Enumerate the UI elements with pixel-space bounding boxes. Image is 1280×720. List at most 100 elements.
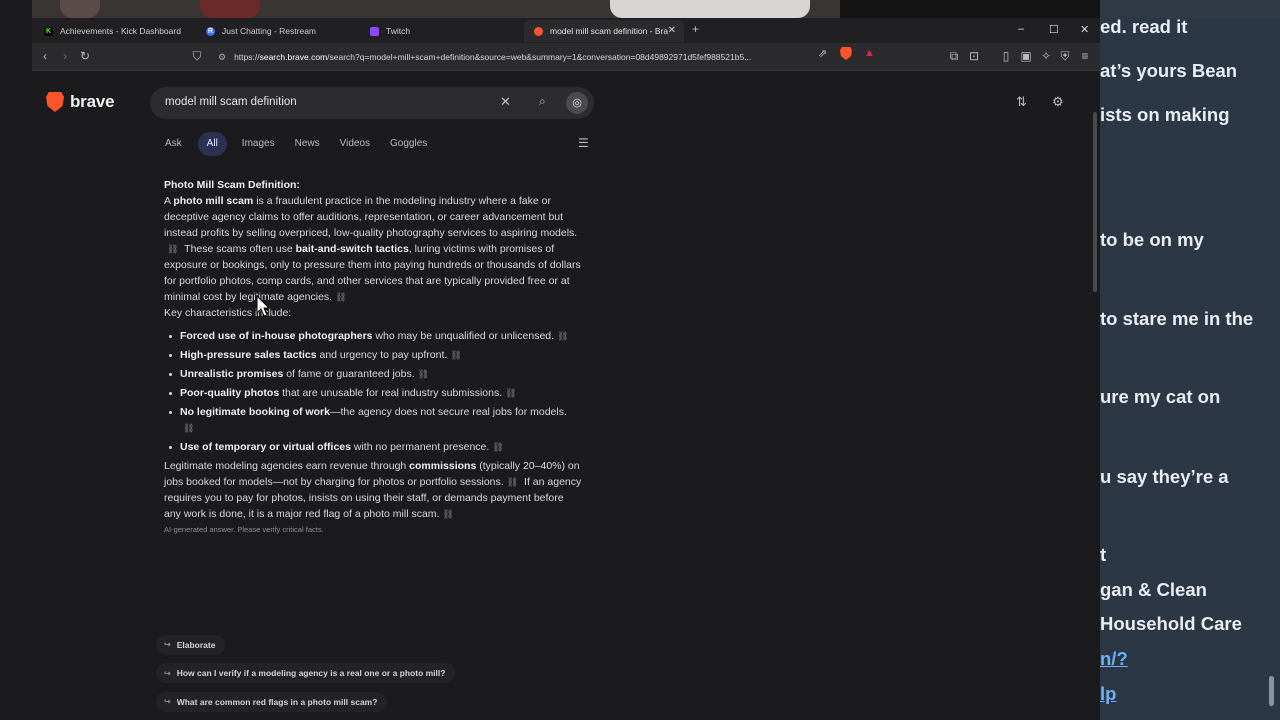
brave-rewards-icon[interactable]: ▲ <box>864 47 875 59</box>
citation-link-icon[interactable]: ⛓ <box>505 388 516 398</box>
citation-link-icon[interactable]: ⛓ <box>557 331 568 341</box>
citation-link-icon[interactable]: ⛓ <box>492 442 503 452</box>
ai-answer: Photo Mill Scam Definition: A photo mill… <box>164 177 582 538</box>
menu-icon[interactable]: ≡ <box>1077 49 1093 63</box>
reload-icon[interactable]: ↻ <box>77 49 93 63</box>
tab-title: Twitch <box>386 26 411 36</box>
chat-link[interactable]: lp <box>1100 683 1116 705</box>
citation-link-icon[interactable]: ⛓ <box>418 369 429 379</box>
chat-scrollbar[interactable] <box>1269 676 1274 706</box>
tab-twitch[interactable]: Twitch <box>360 20 522 42</box>
ai-answer-icon[interactable]: ◎ <box>566 92 588 114</box>
characteristics-list: Forced use of in-house photographers who… <box>164 328 582 455</box>
follow-up-button[interactable]: ↪ What are common red flags in a photo mi… <box>156 691 388 712</box>
chat-line: at’s yours Bean <box>1100 60 1238 81</box>
list-item: Forced use of in-house photographers who… <box>164 328 582 344</box>
search-results-page: brave model mill scam definition ✕ ⌕ ◎ ⇅… <box>32 72 1100 720</box>
extensions-icon[interactable]: ⧉ <box>946 49 962 63</box>
maximize-icon[interactable]: ☐ <box>1049 23 1059 36</box>
wallet-icon[interactable]: ▣ <box>1018 49 1034 63</box>
tab-ask[interactable]: Ask <box>165 132 182 156</box>
chat-line: u say they’re a <box>1100 466 1229 487</box>
list-item: Poor-quality photos that are unusable fo… <box>164 385 582 401</box>
brave-logo[interactable]: brave <box>46 92 115 112</box>
chat-line: to stare me in the <box>1100 308 1254 329</box>
filter-icon[interactable]: ☰ <box>578 136 589 150</box>
new-tab-icon[interactable]: + <box>692 22 699 36</box>
close-tab-icon[interactable]: ✕ <box>668 25 676 36</box>
follow-up-icon: ↪ <box>164 640 171 649</box>
tab-goggles[interactable]: Goggles <box>390 132 427 156</box>
forward-icon[interactable]: › <box>57 49 73 63</box>
search-icon[interactable]: ⌕ <box>539 94 546 109</box>
bookmark-icon[interactable]: ⛉ <box>189 49 205 63</box>
follow-up-suggestions: ↪ Elaborate ↪ How can I verify if a modeli… <box>156 634 456 720</box>
search-box[interactable]: model mill scam definition ✕ ⌕ ◎ <box>150 87 594 119</box>
chat-line: Household Care <box>1100 613 1242 634</box>
sidebar-icon[interactable]: ▯ <box>998 49 1014 63</box>
brave-icon <box>534 26 543 36</box>
follow-up-icon: ↪ <box>164 697 171 706</box>
tab-title: model mill scam definition - Bra <box>550 26 669 36</box>
nav-toolbar: ‹ › ↻ ⛉ ⚙ https://search.brave.com/searc… <box>32 43 1100 71</box>
close-window-icon[interactable]: ✕ <box>1080 23 1089 36</box>
address-bar[interactable]: ⚙ https://search.brave.com/search?q=mode… <box>212 46 890 68</box>
citation-link-icon[interactable]: ⛓ <box>507 477 518 487</box>
url-text[interactable]: https://search.brave.com/search?q=model+… <box>234 52 804 62</box>
chat-line: t <box>1100 544 1107 565</box>
leo-ai-icon[interactable]: ✧ <box>1038 49 1054 63</box>
vpn-icon[interactable]: ⛨ <box>1057 49 1073 63</box>
clear-search-icon[interactable]: ✕ <box>500 94 511 110</box>
chat-line: ists on making <box>1100 104 1230 125</box>
mouse-cursor-icon <box>256 295 270 317</box>
tab-title: Just Chatting - Restream <box>222 26 317 36</box>
tab-kick-dashboard[interactable]: K Achievements - Kick Dashboard <box>34 20 194 42</box>
list-item: No legitimate booking of work—the agency… <box>164 404 582 436</box>
background-top <box>0 0 840 18</box>
restream-icon: R <box>206 26 215 36</box>
tab-all[interactable]: All <box>197 132 227 156</box>
list-item: Unrealistic promises of fame or guarante… <box>164 366 582 382</box>
tab-restream[interactable]: R Just Chatting - Restream <box>196 20 358 42</box>
search-input[interactable]: model mill scam definition <box>165 96 297 108</box>
tab-strip: K Achievements - Kick Dashboard R Just C… <box>32 18 1100 43</box>
screenshot-icon[interactable]: ⊡ <box>966 49 982 63</box>
follow-up-icon: ↪ <box>164 668 171 678</box>
screen: ed. read it at’s yours Bean ists on maki… <box>0 0 1280 720</box>
chat-link[interactable]: n/? <box>1100 648 1128 670</box>
back-icon[interactable]: ‹ <box>37 49 53 63</box>
ai-disclaimer: AI-generated answer. Please verify criti… <box>164 525 324 534</box>
stream-chat-panel: ed. read it at’s yours Bean ists on maki… <box>1100 0 1280 720</box>
share-icon[interactable]: ⇗ <box>818 47 827 60</box>
tab-news[interactable]: News <box>295 132 320 156</box>
minimize-icon[interactable]: – <box>1018 23 1024 35</box>
kick-icon: K <box>44 26 53 36</box>
citation-link-icon[interactable]: ⛓ <box>183 423 194 433</box>
gear-icon[interactable]: ⚙ <box>1052 94 1064 110</box>
tab-videos[interactable]: Videos <box>340 132 370 156</box>
tab-brave-search[interactable]: model mill scam definition - Bra ✕ <box>524 20 684 42</box>
page-scrollbar[interactable] <box>1092 72 1098 720</box>
sort-icon[interactable]: ⇅ <box>1016 94 1027 110</box>
browser-window: K Achievements - Kick Dashboard R Just C… <box>32 18 1100 720</box>
follow-up-button[interactable]: ↪ Elaborate <box>156 634 226 655</box>
logo-text: brave <box>70 92 115 111</box>
twitch-icon <box>370 26 379 36</box>
answer-heading: Photo Mill Scam Definition: <box>164 179 300 191</box>
chat-line: to be on my <box>1100 229 1204 250</box>
chat-line: ed. read it <box>1100 16 1188 37</box>
citation-link-icon[interactable]: ⛓ <box>450 350 461 360</box>
follow-up-button[interactable]: ↪ How can I verify if a modeling agency i… <box>156 663 456 683</box>
tab-images[interactable]: Images <box>242 132 275 156</box>
citation-link-icon[interactable]: ⛓ <box>167 244 178 254</box>
chat-line: ure my cat on <box>1100 386 1221 407</box>
scrollbar-thumb[interactable] <box>1093 112 1097 292</box>
answer-paragraph: Legitimate modeling agencies earn revenu… <box>164 460 582 520</box>
answer-list-heading: Key characteristics include: <box>164 307 292 319</box>
tab-title: Achievements - Kick Dashboard <box>60 26 181 36</box>
citation-link-icon[interactable]: ⛓ <box>442 509 453 519</box>
list-item: Use of temporary or virtual offices with… <box>164 439 582 455</box>
site-settings-icon[interactable]: ⚙ <box>218 52 226 63</box>
citation-link-icon[interactable]: ⛓ <box>335 292 346 302</box>
answer-paragraph: A photo mill scam is a fraudulent practi… <box>164 195 581 303</box>
